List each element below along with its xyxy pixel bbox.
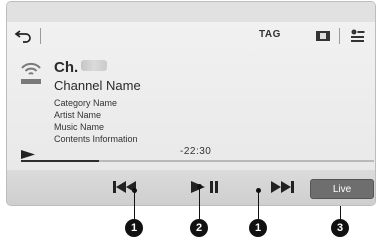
live-button[interactable]: Live bbox=[310, 179, 374, 199]
display-toggle-icon[interactable] bbox=[315, 28, 331, 44]
callout-next: 1 bbox=[249, 219, 267, 237]
divider bbox=[40, 28, 41, 44]
progress-bar[interactable] bbox=[21, 160, 374, 162]
channel-prefix: Ch. bbox=[54, 59, 79, 76]
callout-pointer-line bbox=[134, 190, 135, 219]
skip-forward-icon bbox=[271, 180, 295, 198]
callout-pointer-line bbox=[199, 186, 200, 219]
artist-name: Artist Name bbox=[54, 110, 102, 120]
callout-prev: 1 bbox=[125, 219, 143, 237]
channel-number: Ch. bbox=[54, 59, 108, 78]
category-name: Category Name bbox=[54, 98, 118, 108]
channel-name: Channel Name bbox=[54, 78, 141, 93]
progress-fill bbox=[21, 160, 99, 162]
toolbar: TAG bbox=[7, 22, 375, 50]
time-remaining: -22:30 bbox=[180, 146, 212, 157]
list-icon[interactable] bbox=[350, 28, 366, 44]
play-indicator-icon bbox=[21, 146, 35, 159]
callout-pointer-line bbox=[258, 190, 259, 219]
control-bar: Live bbox=[7, 170, 375, 205]
tag-button[interactable]: TAG bbox=[259, 29, 281, 40]
radio-screen: TAG Ch. Channel Name Category Name Artis… bbox=[6, 1, 376, 206]
previous-button[interactable] bbox=[97, 170, 153, 205]
channel-number-blurred bbox=[81, 60, 108, 71]
back-icon[interactable] bbox=[14, 27, 32, 45]
next-button[interactable] bbox=[255, 170, 311, 205]
divider bbox=[339, 28, 340, 44]
contents-information: Contents Information bbox=[54, 134, 138, 144]
callout-live: 3 bbox=[331, 219, 349, 237]
status-bar bbox=[7, 2, 375, 22]
callout-play-pause: 2 bbox=[190, 219, 208, 237]
radio-icon bbox=[19, 58, 43, 94]
play-pause-button[interactable] bbox=[177, 170, 233, 205]
station-info: Ch. Channel Name Category Name Artist Na… bbox=[7, 50, 375, 144]
music-name: Music Name bbox=[54, 122, 105, 132]
callout-pointer-line bbox=[340, 206, 341, 219]
play-pause-icon bbox=[191, 180, 219, 198]
